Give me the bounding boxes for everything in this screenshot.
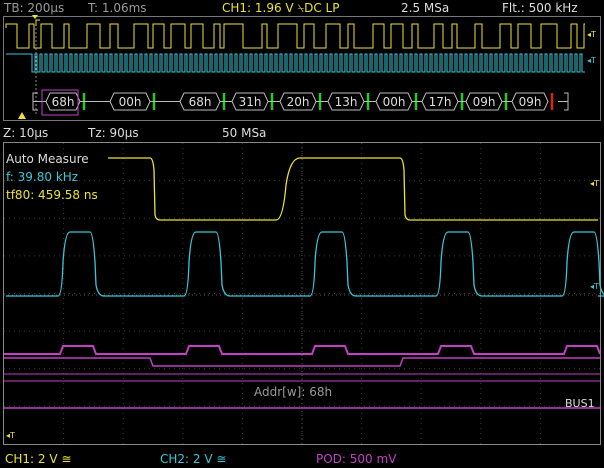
ch1-overview-trace	[5, 23, 585, 49]
auto-measure-panel: Auto Measure f: 39.80 kHz tf80: 459.58 n…	[6, 150, 98, 204]
bus-frame-label: 00h	[119, 95, 142, 109]
ch2-level-marker: ◂T	[587, 56, 596, 65]
dc-coupling-icon-2: ≅	[212, 452, 227, 466]
ch1-level-marker: ◂T	[587, 30, 596, 39]
ch1-scale-value: CH1: 2 V	[5, 452, 58, 466]
zoom-tz-readout[interactable]: Tz: 90µs	[88, 126, 139, 140]
filter-readout[interactable]: Flt.: 500 kHz	[502, 1, 578, 15]
bus1-label[interactable]: BUS1	[565, 397, 595, 410]
bus-frame-label: 09h	[473, 95, 496, 109]
ch1-coupling: DC LP	[304, 1, 340, 15]
fall-time-measurement: tf80: 459.58 ns	[6, 188, 98, 202]
bus-frame-label: 13h	[335, 95, 358, 109]
ch1-level: CH1: 1.96 V	[222, 1, 294, 15]
ch2-scale[interactable]: CH2: 2 V ≅	[160, 452, 226, 466]
ch1-zoom-trace	[108, 157, 598, 221]
dc-coupling-icon: ≅	[57, 452, 72, 466]
bus-frame-label: 17h	[429, 95, 452, 109]
ch2-scale-value: CH2: 2 V	[160, 452, 213, 466]
bus-frame-label: 31h	[239, 95, 262, 109]
trigger-position-icon	[18, 112, 26, 119]
zoom-readout[interactable]: Z: 10µs	[3, 126, 48, 140]
bus-frame-label: 20h	[287, 95, 310, 109]
zoom-sample-rate: 50 MSa	[222, 126, 267, 140]
ch2-overview-trace	[6, 53, 585, 73]
bus-frame-label: 68h	[189, 95, 212, 109]
overview-window[interactable]: ◂T ◂T 68h 00h 68h 31h 20h 13h 00h 17h 09h 09h	[0, 14, 604, 122]
bus-decode-address: Addr[w]: 68h	[254, 385, 333, 399]
pod-scale[interactable]: POD: 500 mV	[316, 452, 396, 466]
ch2-zoom-trace	[6, 231, 604, 297]
timebase-readout[interactable]: TB: 200µs	[4, 1, 64, 15]
trigger-time-readout[interactable]: T: 1.06ms	[88, 1, 147, 15]
ch2-level-tag: ◂T	[590, 282, 599, 291]
bus-frame-label: 68h	[52, 95, 75, 109]
bus-frame-label: 09h	[519, 95, 542, 109]
ch1-scale[interactable]: CH1: 2 V ≅	[5, 452, 71, 466]
trigger-level-icon: ◂T	[6, 431, 15, 440]
bus-frame-label: 00h	[383, 95, 406, 109]
bus-end-bracket	[558, 92, 569, 111]
frequency-measurement: f: 39.80 kHz	[6, 170, 79, 184]
ch1-trigger-level-marker: ◂T	[590, 179, 599, 188]
bus-decode-row: 68h 00h 68h 31h 20h 13h 00h 17h 09h 09h	[32, 92, 569, 111]
sample-rate: 2.5 MSa	[401, 1, 450, 15]
auto-measure-title: Auto Measure	[6, 152, 89, 166]
